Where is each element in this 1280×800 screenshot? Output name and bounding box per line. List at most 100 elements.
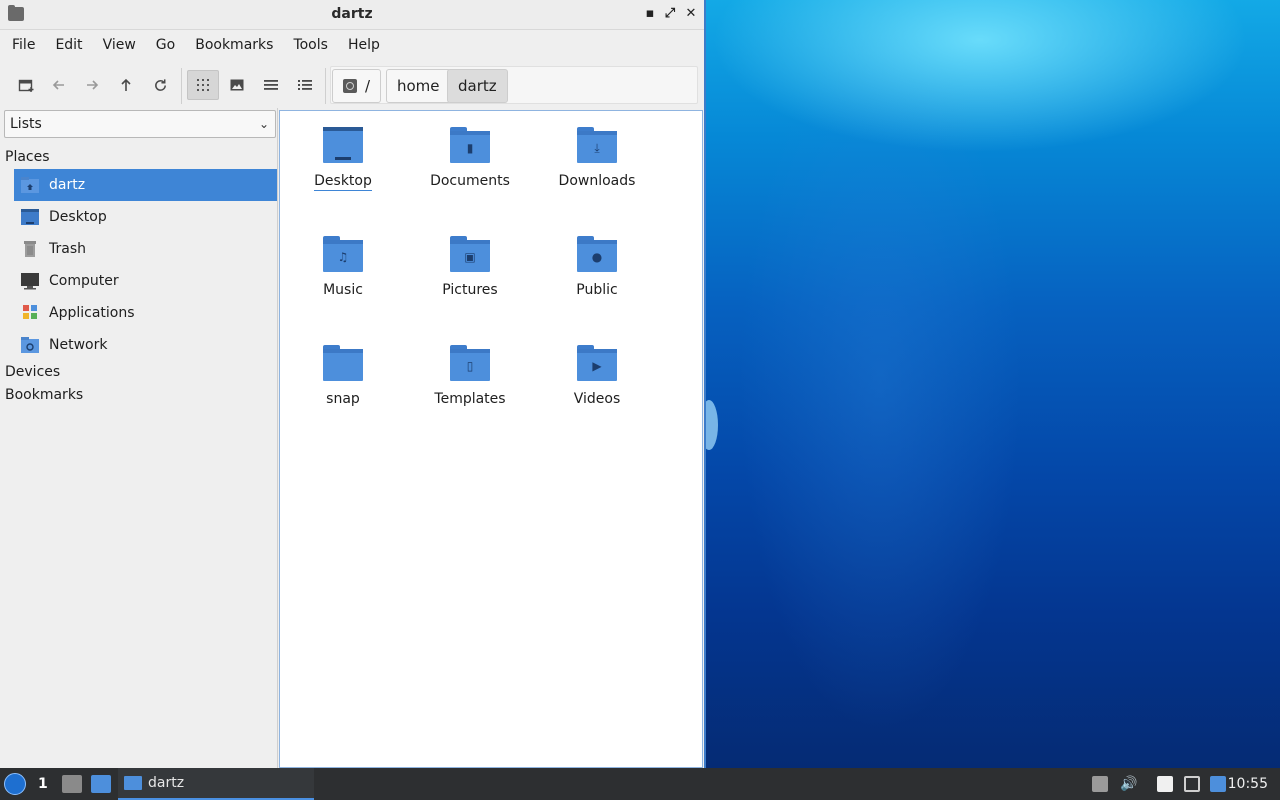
menu-help[interactable]: Help [338,30,390,60]
file-item-desktop[interactable]: Desktop [283,119,403,209]
taskbar: 1 dartz 🔊 10:55 [0,768,1280,800]
grid-icon [197,79,209,91]
videos-folder-icon: ▶ [577,345,617,381]
trash-icon [20,240,40,258]
downloads-folder-icon: ⤓ [577,127,617,163]
file-label: Public [576,282,618,298]
reload-button[interactable] [144,70,176,100]
menu-go[interactable]: Go [146,30,185,60]
show-desktop-icon[interactable] [91,775,111,793]
sidebar-item-label: Computer [49,273,119,289]
file-manager-launcher-icon[interactable] [62,775,82,793]
file-item-pictures[interactable]: ▣ Pictures [410,228,530,318]
sidebar: Lists ⌄ Places dartz Desktop Trash Compu… [2,108,278,768]
network-icon [20,336,40,354]
clock[interactable]: 10:55 [1228,768,1268,800]
file-item-templates[interactable]: ▯ Templates [410,337,530,427]
video-icon: ▶ [592,359,602,373]
toolbar-separator [181,68,182,104]
volume-icon[interactable]: 🔊 [1120,776,1137,792]
sidebar-item-computer[interactable]: Computer [14,265,277,297]
clipboard-icon[interactable] [1157,776,1173,792]
sidebar-mode-select[interactable]: Lists ⌄ [4,110,276,138]
new-tab-button[interactable] [10,70,42,100]
sidebar-item-dartz[interactable]: dartz [14,169,277,201]
title-bar[interactable]: dartz ▪ ⤢ ✕ [0,0,704,30]
sidebar-mode-value: Lists [10,116,42,132]
file-item-public[interactable]: ● Public [537,228,657,318]
documents-folder-icon: ▮ [450,127,490,163]
crumb-home[interactable]: home [386,69,451,103]
file-view[interactable]: Desktop ▮ Documents ⤓ Downloads ♫ Music [279,110,703,768]
file-label: snap [326,391,360,407]
menu-tools[interactable]: Tools [283,30,338,60]
start-menu-button[interactable] [4,773,26,795]
desktop-icon [20,208,40,226]
sidebar-item-network[interactable]: Network [14,329,277,361]
file-label: Desktop [314,173,372,191]
menu-file[interactable]: File [2,30,45,60]
pictures-folder-icon: ▣ [450,236,490,272]
path-bar: / home dartz [330,66,698,104]
lines-icon [264,80,278,90]
sidebar-item-label: Network [49,337,108,353]
arrow-left-icon [52,80,64,90]
document-icon: ▮ [466,141,474,155]
menu-bookmarks[interactable]: Bookmarks [185,30,283,60]
update-notifier-icon[interactable] [1210,776,1226,792]
public-folder-icon: ● [577,236,617,272]
places-header[interactable]: Places [5,149,50,165]
menu-edit[interactable]: Edit [45,30,92,60]
thumbnail-view-button[interactable] [221,70,253,100]
forward-button[interactable] [76,70,108,100]
detailed-list-view-button[interactable] [289,70,321,100]
disk-icon [343,79,357,93]
sidebar-item-label: Applications [49,305,135,321]
share-icon: ● [591,250,603,264]
home-folder-icon [20,176,40,194]
file-item-music[interactable]: ♫ Music [283,228,403,318]
list-icon [298,80,312,90]
bookmarks-header[interactable]: Bookmarks [5,387,83,403]
workspace-switcher[interactable]: 1 [38,768,48,800]
compact-view-button[interactable] [255,70,287,100]
file-item-videos[interactable]: ▶ Videos [537,337,657,427]
arrow-right-icon [87,80,99,90]
file-item-snap[interactable]: snap [283,337,403,427]
sidebar-item-trash[interactable]: Trash [14,233,277,265]
folder-icon [124,776,142,790]
crumb-dartz[interactable]: dartz [447,69,508,103]
reload-icon [154,78,166,91]
sidebar-item-label: Desktop [49,209,107,225]
chevron-down-icon: ⌄ [258,117,269,131]
taskbar-window-button[interactable]: dartz [118,768,314,800]
file-item-downloads[interactable]: ⤓ Downloads [537,119,657,209]
file-manager-window: dartz ▪ ⤢ ✕ File Edit View Go Bookmarks … [0,0,706,768]
up-button[interactable] [110,70,142,100]
template-icon: ▯ [466,359,474,373]
back-button[interactable] [43,70,75,100]
file-label: Downloads [558,173,636,189]
taskbar-window-label: dartz [148,775,185,791]
close-button[interactable]: ✕ [682,5,700,23]
tray-arrow-icon[interactable] [1092,776,1108,792]
window-title: dartz [331,6,373,22]
maximize-button[interactable]: ⤢ [661,5,679,23]
sidebar-item-desktop[interactable]: Desktop [14,201,277,233]
file-label: Music [323,282,363,298]
menu-view[interactable]: View [93,30,146,60]
minimize-button[interactable]: ▪ [641,5,659,23]
desktop-folder-icon [323,127,363,163]
network-tray-icon[interactable] [1184,776,1200,792]
file-label: Videos [573,391,621,407]
crumb-root[interactable]: / [332,69,382,103]
applications-icon [20,304,40,322]
file-label: Documents [430,173,510,189]
devices-header[interactable]: Devices [5,364,60,380]
sidebar-item-label: Trash [49,241,86,257]
file-label: Pictures [442,282,498,298]
icon-view-button[interactable] [187,70,219,100]
file-item-documents[interactable]: ▮ Documents [410,119,530,209]
sidebar-item-applications[interactable]: Applications [14,297,277,329]
sidebar-item-label: dartz [49,177,86,193]
